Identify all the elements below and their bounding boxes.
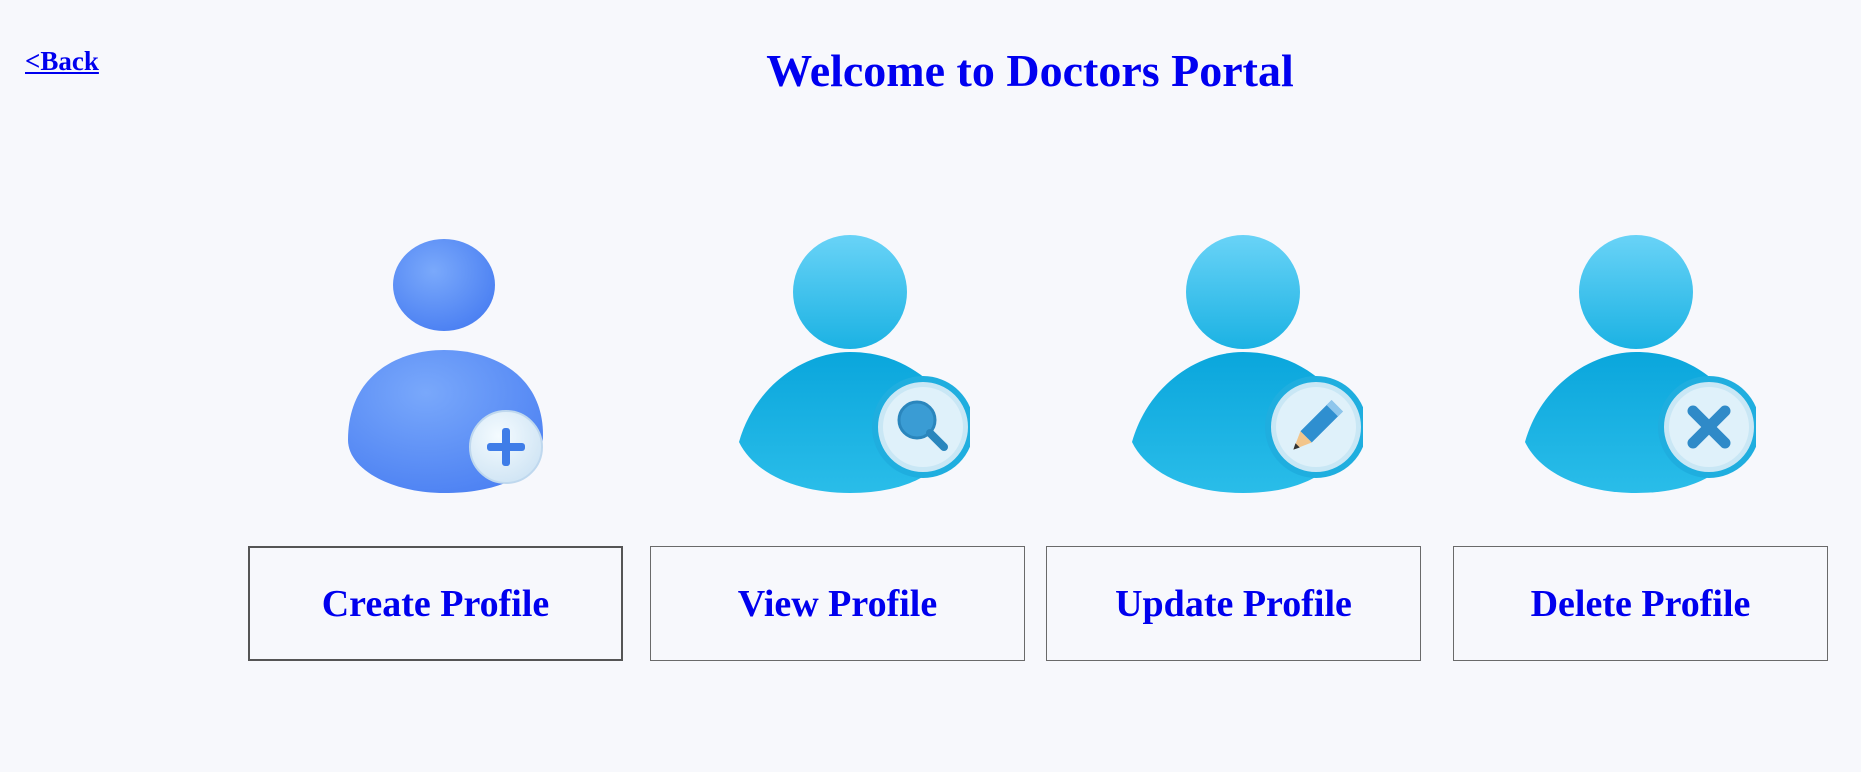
view-profile-button[interactable]: View Profile [650,546,1025,661]
update-profile-button[interactable]: Update Profile [1046,546,1421,661]
delete-profile-button[interactable]: Delete Profile [1453,546,1828,661]
page-title: Welcome to Doctors Portal [766,45,1294,96]
user-delete-icon[interactable] [1516,225,1756,515]
user-edit-icon[interactable] [1123,225,1363,515]
user-search-icon[interactable] [730,225,970,515]
create-profile-button[interactable]: Create Profile [248,546,623,661]
user-add-icon[interactable] [323,225,563,515]
